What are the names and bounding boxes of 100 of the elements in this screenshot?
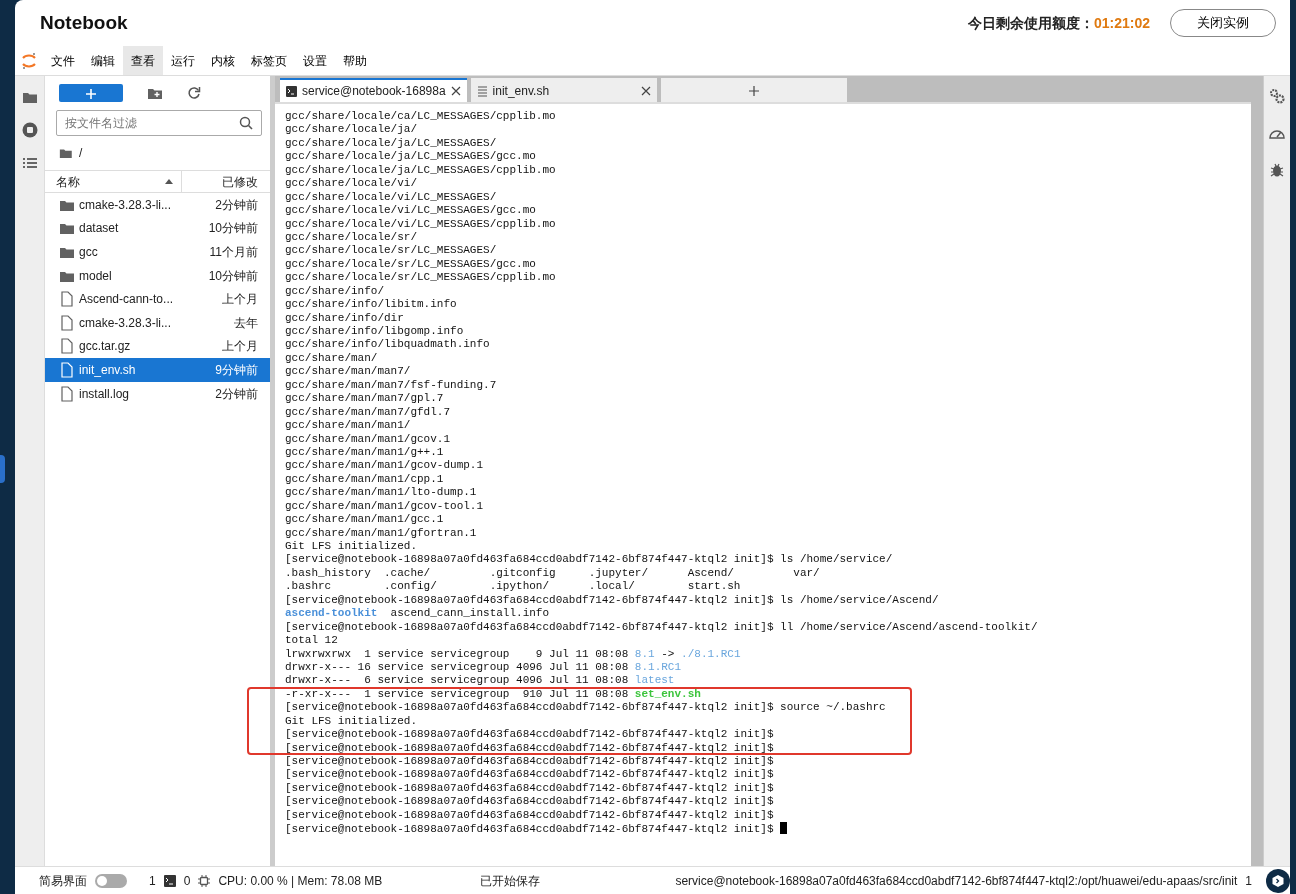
terminal-line: [service@notebook-16898a07a0fd463fa684ccd0abdf7142-6bf874f447-ktql2 init]$ [285,755,775,769]
file-row[interactable]: gcc.tar.gz 上个月 [45,334,270,359]
file-name: model [78,267,113,285]
list-icon[interactable] [21,156,38,170]
file-row[interactable]: Ascend-cann-to... 上个月 [45,287,270,311]
file-name: gcc.tar.gz [78,338,132,356]
file-row[interactable]: dataset 10分钟前 [45,216,270,241]
terminal-line: gcc/share/man/man7/ [285,365,412,379]
terminal-line: gcc/share/info/dir [285,311,405,325]
menu-item[interactable]: 查看 [123,46,163,75]
gears-icon[interactable] [1269,88,1285,104]
column-header[interactable]: 已修改 [222,172,258,191]
terminal-line: gcc/share/man/man1/g++.1 [285,445,445,460]
save-status: 已开始保存 [480,872,541,890]
file-icon [59,314,75,331]
quota-label: 今日剩余使用额度： [967,13,1094,33]
terminal-line: [service@notebook-16898a07a0fd463fa684ccd0abdf7142-6bf874f447-ktql2 init]$ [285,768,775,782]
terminal-icon [286,85,297,97]
terminal-line: gcc/share/man/man1/gcov-tool.1 [285,499,485,514]
assistant-button[interactable] [1266,868,1290,893]
menu-item[interactable]: 内核 [203,46,243,75]
file-row[interactable]: cmake-3.28.3-li... 去年 [45,310,270,335]
file-name: init_env.sh [78,361,137,379]
modified-time: 11个月前 [209,244,258,261]
menu-item[interactable]: 编辑 [83,46,123,75]
menu-item[interactable]: 运行 [163,46,203,75]
file-name: cmake-3.28.3-li... [78,314,173,332]
folder-icon[interactable] [21,90,38,104]
terminal-line: .bashrc .config/ .ipython/ .local/ start.sh [285,580,742,594]
terminal-line: gcc/share/man/man1/gcc.1 [285,513,445,527]
text-file-icon [476,85,488,97]
terminal-line: gcc/share/locale/sr/LC_MESSAGES/ [285,244,498,258]
file-row[interactable]: gcc 11个月前 [45,240,270,264]
bug-icon[interactable] [1270,162,1284,178]
terminal-line: gcc/share/locale/sr/LC_MESSAGES/gcc.mo [285,257,537,272]
close-instance-button[interactable]: 关闭实例 [1170,9,1276,37]
terminal-line: [service@notebook-16898a07a0fd463fa684ccd0abdf7142-6bf874f447-ktql2 init]$ [285,795,775,809]
filter-field[interactable]: 按文件名过滤 [56,110,262,136]
resource-usage: CPU: 0.00 % | Mem: 78.08 MB [218,872,383,890]
chip-icon[interactable] [198,874,211,887]
menu-item[interactable]: 帮助 [335,46,375,75]
menu-item[interactable]: 设置 [295,46,335,75]
file-name: install.log [78,385,131,403]
breadcrumb-path[interactable]: / [79,144,83,162]
terminal-line: gcc/share/locale/vi/LC_MESSAGES/gcc.mo [285,204,537,218]
terminal-line: gcc/share/info/libgomp.info [285,325,465,339]
close-icon[interactable] [640,86,651,96]
quota-timer: 01:21:02 [1093,13,1150,33]
terminal-line: [service@notebook-16898a07a0fd463fa684ccd0abdf7142-6bf874f447-ktql2 init]$ [285,741,775,755]
menu-item[interactable]: 文件 [43,46,83,75]
file-icon [59,385,75,402]
file-row[interactable]: install.log 2分钟前 [45,381,270,406]
terminal-count[interactable]: 1 [149,871,156,890]
modified-time: 2分钟前 [215,196,258,214]
new-folder-icon[interactable] [147,86,163,100]
modified-time: 去年 [234,314,258,332]
new-launcher-button[interactable] [59,84,123,102]
app-title: Notebook [40,10,128,35]
file-icon [59,291,75,308]
terminal-line: gcc/share/man/man7/gpl.7 [285,392,445,406]
modified-time: 9分钟前 [215,361,258,379]
plus-icon [86,89,96,100]
terminal-line: ascend-toolkit ascend_cann_install.info [285,607,551,621]
file-row[interactable]: init_env.sh 9分钟前 [45,358,270,382]
terminal-path: service@notebook-16898a07a0fd463fa684ccd0abdf7142-6bf874f447-ktql2:/opt/huawei/edu-apaas/src/init [675,872,1238,890]
terminal-line: gcc/share/man/man1/cpp.1 [285,472,445,487]
terminal-line: gcc/share/info/libquadmath.info [285,338,491,352]
terminal-line: Git LFS initialized. [285,714,419,729]
column-header[interactable]: 名称 [56,172,165,191]
tab[interactable]: service@notebook-16898a [280,78,467,102]
logo-icon [21,51,37,71]
terminal-icon[interactable] [163,874,176,887]
modified-time: 上个月 [222,291,258,309]
terminal-line: gcc/share/man/ [285,351,379,366]
terminal-line: [service@notebook-16898a07a0fd463fa684ccd0abdf7142-6bf874f447-ktql2 init]$ [285,781,775,796]
kernel-count[interactable]: 0 [183,871,191,890]
file-row[interactable]: cmake-3.28.3-li... 2分钟前 [45,193,270,217]
terminal-line: gcc/share/locale/sr/ [285,230,419,245]
terminal-line: gcc/share/man/man7/fsf-funding.7 [285,378,498,393]
stop-icon[interactable] [21,122,38,138]
sort-ascending-icon[interactable] [165,179,173,184]
simple-mode-label: 简易界面 [39,872,87,890]
terminal-line: drwxr-x--- 16 service servicegroup 4096 Jul 11 08:08 8.1.RC1 [285,660,683,675]
folder-icon [59,245,75,259]
hexagon-icon [1271,873,1285,888]
file-row[interactable]: model 10分钟前 [45,263,270,288]
menu-item[interactable]: 标签页 [243,46,295,75]
close-icon[interactable] [450,86,461,96]
terminal-line: lrwxrwxrwx 1 service servicegroup 9 Jul 11 08:08 8.1 -> ./8.1.RC1 [285,647,742,661]
terminal-line: gcc/share/info/ [285,284,386,299]
file-icon [59,338,75,355]
refresh-icon[interactable] [187,86,201,100]
modified-time: 10分钟前 [208,267,258,285]
simple-mode-toggle[interactable] [95,873,127,888]
plus-icon [748,86,759,96]
folder-icon[interactable] [59,147,73,159]
terminal-line: [service@notebook-16898a07a0fd463fa684ccd0abdf7142-6bf874f447-ktql2 init]$ [285,822,1251,836]
file-name: dataset [78,220,120,238]
tab[interactable]: init_env.sh [470,78,657,102]
modified-time: 上个月 [222,338,258,356]
